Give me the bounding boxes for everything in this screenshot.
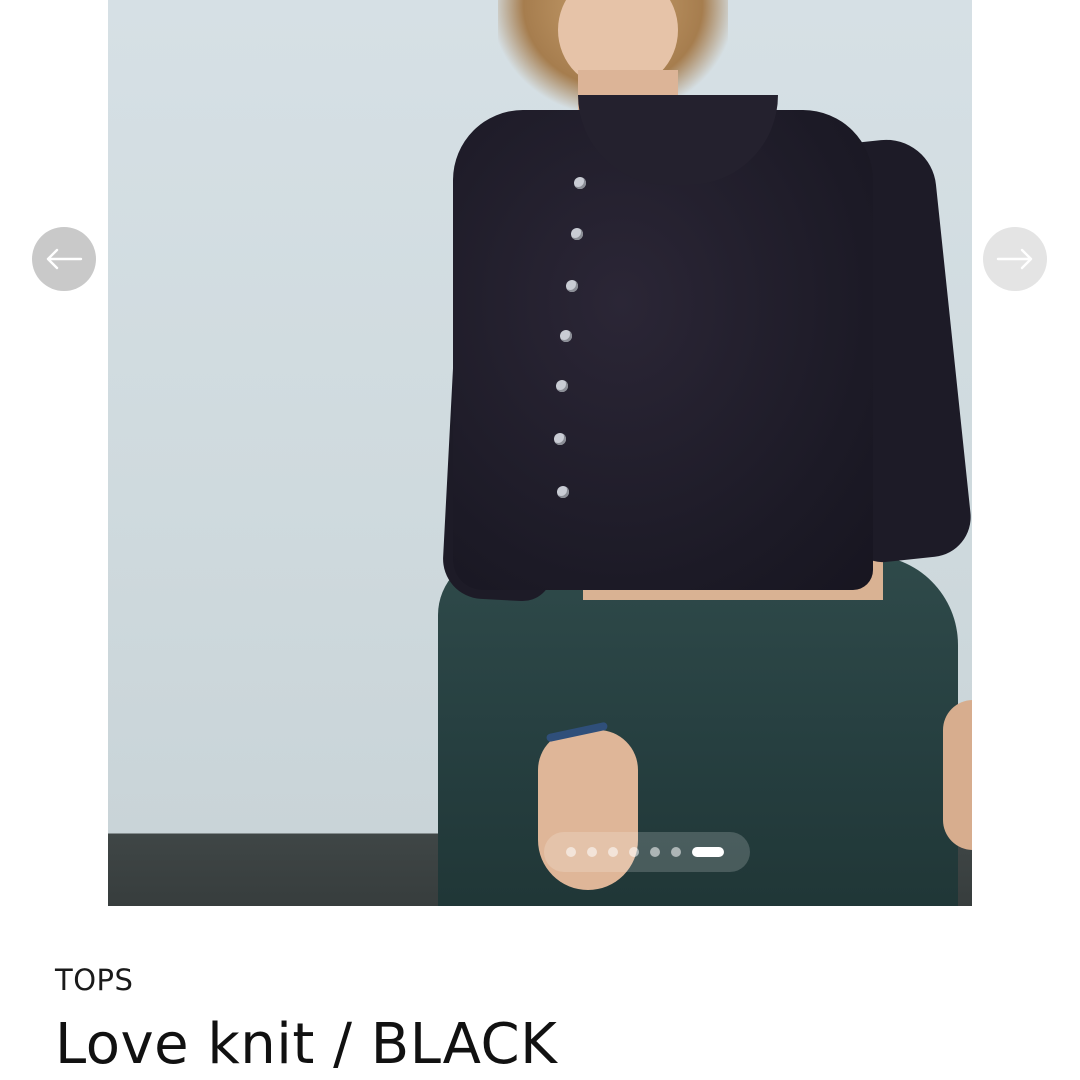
product-image-gallery[interactable] xyxy=(108,0,972,906)
product-photo xyxy=(108,0,972,906)
cardigan-button xyxy=(557,486,569,498)
slide-dot-6[interactable] xyxy=(671,847,681,857)
slide-dot-3[interactable] xyxy=(608,847,618,857)
arrow-right-icon xyxy=(996,248,1033,270)
slide-dot-7-active[interactable] xyxy=(692,847,724,857)
slide-dot-1[interactable] xyxy=(566,847,576,857)
cardigan-button xyxy=(574,177,586,189)
model-figure xyxy=(108,0,972,906)
product-page: TOPS Love knit / BLACK xyxy=(0,0,1080,1080)
slide-dot-5[interactable] xyxy=(650,847,660,857)
slide-indicator xyxy=(544,832,750,872)
cardigan-button xyxy=(556,380,568,392)
slide-dot-2[interactable] xyxy=(587,847,597,857)
product-title: Love knit / BLACK xyxy=(55,1012,558,1077)
product-category: TOPS xyxy=(55,963,134,997)
arrow-left-icon xyxy=(46,248,83,270)
cardigan-button xyxy=(560,330,572,342)
cardigan-button xyxy=(554,433,566,445)
previous-image-button[interactable] xyxy=(32,227,96,291)
cardigan-button xyxy=(571,228,583,240)
model-right-hand xyxy=(943,700,972,850)
slide-dot-4[interactable] xyxy=(629,847,639,857)
next-image-button[interactable] xyxy=(983,227,1047,291)
cardigan-button xyxy=(566,280,578,292)
